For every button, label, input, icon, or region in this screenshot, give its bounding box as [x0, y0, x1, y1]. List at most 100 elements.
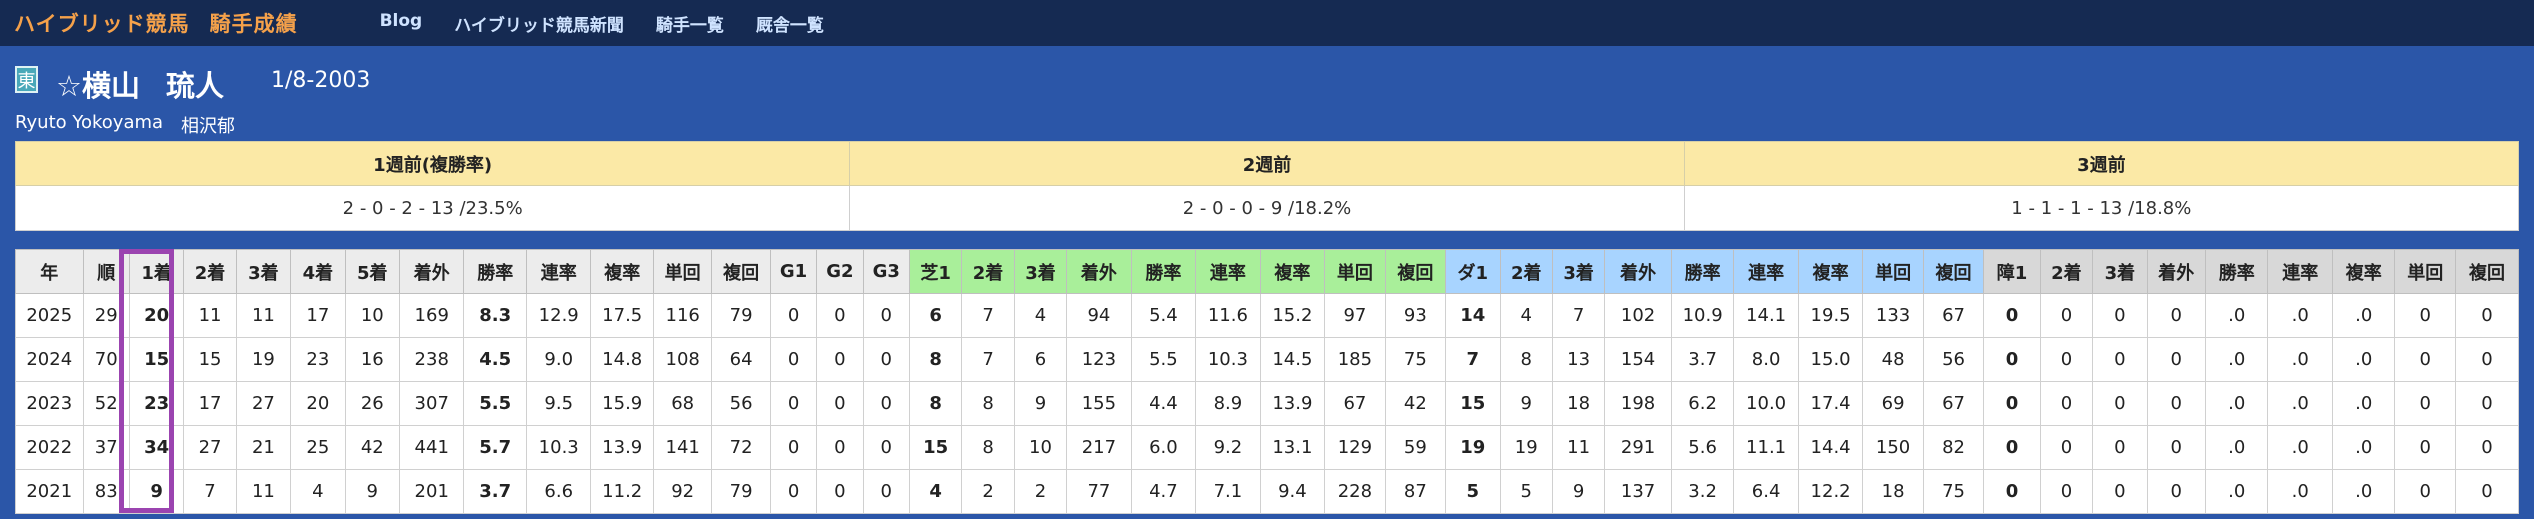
stats-cell-first: 15 [128, 337, 185, 382]
col-header-g2: G2 [816, 249, 864, 294]
jockey-header: 東 ☆横山 琉人 1/8-2003 Ryuto Yokoyama 相沢郁 [0, 46, 2534, 140]
stats-cell-jump-quinella-rate: .0 [2267, 293, 2333, 338]
stats-cell-place-return: 72 [711, 425, 771, 470]
stats-cell-jump-place-return: 0 [2454, 293, 2520, 338]
stats-cell-turf-first: 8 [908, 337, 963, 382]
stats-cell-first: 23 [128, 381, 185, 426]
jockey-birthdate: 1/8-2003 [271, 68, 371, 93]
stats-cell-g2: 0 [816, 337, 864, 382]
stats-cell-dirt-first: 15 [1445, 381, 1501, 426]
stats-cell-turf-third: 6 [1013, 337, 1068, 382]
stats-cell-turf-third: 10 [1013, 425, 1068, 470]
stats-cell-place-rate: 15.9 [590, 381, 654, 426]
week-1-header: 1週前(複勝率) [14, 141, 851, 186]
col-header-jump-place-return: 複回 [2454, 249, 2520, 294]
stats-cell-turf-second: 2 [961, 469, 1015, 514]
stats-cell-win-rate: 5.7 [463, 425, 527, 470]
stats-cell-dirt-place-rate: 15.0 [1797, 337, 1864, 382]
col-header-place-rate: 複率 [590, 249, 654, 294]
col-header-turf-place-rate: 複率 [1259, 249, 1326, 294]
stats-cell-dirt-win-rate: 3.2 [1670, 469, 1735, 514]
stats-cell-win-return: 141 [652, 425, 713, 470]
stats-cell-turf-unplaced: 123 [1066, 337, 1132, 382]
stats-cell-turf-unplaced: 77 [1066, 469, 1132, 514]
stats-cell-jump-second: 0 [2039, 425, 2094, 470]
stats-cell-jump-place-rate: .0 [2331, 381, 2396, 426]
stats-cell-dirt-win-rate: 5.6 [1670, 425, 1735, 470]
stats-cell-dirt-place-rate: 17.4 [1797, 381, 1864, 426]
stats-cell-jump-place-return: 0 [2454, 381, 2520, 426]
nav-link-blog[interactable]: Blog [380, 11, 423, 36]
stats-cell-dirt-place-return: 67 [1922, 293, 1985, 338]
site-brand[interactable]: ハイブリッド競馬 騎手成績 [14, 8, 298, 38]
stats-cell-turf-second: 7 [961, 293, 1015, 338]
stats-cell-turf-place-return: 59 [1384, 425, 1447, 470]
stats-cell-turf-win-return: 185 [1324, 337, 1386, 382]
stats-cell-win-return: 68 [652, 381, 713, 426]
stats-cell-turf-place-rate: 15.2 [1259, 293, 1326, 338]
stats-cell-jump-place-rate: .0 [2331, 337, 2396, 382]
stats-cell-fifth: 26 [344, 381, 400, 426]
stats-cell-jump-win-rate: .0 [2204, 381, 2269, 426]
nav-link-stable-list[interactable]: 厩舎一覧 [756, 11, 824, 36]
stats-cell-g3: 0 [862, 469, 910, 514]
nav-link-jockey-list[interactable]: 騎手一覧 [656, 11, 724, 36]
stats-cell-turf-quinella-rate: 10.3 [1195, 337, 1261, 382]
stats-cell-place-return: 64 [711, 337, 771, 382]
stats-cell-third: 11 [235, 293, 292, 338]
stats-cell-jump-unplaced: 0 [2146, 293, 2207, 338]
stats-cell-dirt-win-return: 133 [1862, 293, 1924, 338]
stats-cell-rank: 70 [82, 337, 130, 382]
stats-cell-g2: 0 [816, 293, 864, 338]
col-header-turf-place-return: 複回 [1384, 249, 1447, 294]
stats-cell-dirt-win-return: 69 [1862, 381, 1924, 426]
stats-cell-turf-place-rate: 13.1 [1259, 425, 1326, 470]
stats-cell-third: 21 [235, 425, 292, 470]
stats-cell-g1: 0 [769, 381, 818, 426]
stats-cell-jump-place-return: 0 [2454, 469, 2520, 514]
stats-cell-unplaced: 169 [398, 293, 465, 338]
stats-cell-g3: 0 [862, 381, 910, 426]
stats-cell-dirt-third: 9 [1551, 469, 1606, 514]
stats-cell-jump-win-rate: .0 [2204, 337, 2269, 382]
stats-cell-fourth: 20 [290, 381, 346, 426]
stats-cell-quinella-rate: 9.5 [525, 381, 592, 426]
stats-cell-jump-third: 0 [2092, 469, 2148, 514]
col-header-win-rate: 勝率 [463, 249, 527, 294]
stats-cell-fourth: 17 [290, 293, 346, 338]
stats-cell-jump-win-rate: .0 [2204, 425, 2269, 470]
stats-cell-turf-win-rate: 5.4 [1130, 293, 1197, 338]
stats-cell-place-return: 79 [711, 469, 771, 514]
col-header-turf-quinella-rate: 連率 [1195, 249, 1261, 294]
stats-cell-dirt-place-rate: 19.5 [1797, 293, 1864, 338]
stats-cell-dirt-place-return: 56 [1922, 337, 1985, 382]
stats-cell-turf-third: 4 [1013, 293, 1068, 338]
stats-cell-quinella-rate: 9.0 [525, 337, 592, 382]
col-header-turf-unplaced: 着外 [1066, 249, 1132, 294]
col-header-first: 1着 [128, 249, 185, 294]
top-navbar: ハイブリッド競馬 騎手成績 Blog ハイブリッド競馬新聞 騎手一覧 厩舎一覧 [0, 0, 2534, 46]
stats-cell-year: 2025 [15, 293, 84, 338]
col-header-turf-win-return: 単回 [1324, 249, 1386, 294]
stats-cell-dirt-second: 19 [1499, 425, 1553, 470]
stats-cell-jump-win-return: 0 [2394, 425, 2456, 470]
jockey-stable[interactable]: 相沢郁 [181, 112, 235, 138]
stats-cell-dirt-quinella-rate: 11.1 [1733, 425, 1799, 470]
stats-cell-win-return: 108 [652, 337, 713, 382]
stats-cell-g1: 0 [769, 469, 818, 514]
stats-cell-g2: 0 [816, 425, 864, 470]
stats-cell-dirt-win-return: 48 [1862, 337, 1924, 382]
stats-cell-turf-second: 8 [961, 381, 1015, 426]
stats-cell-jump-second: 0 [2039, 381, 2094, 426]
stats-cell-jump-unplaced: 0 [2146, 469, 2207, 514]
stats-cell-dirt-place-rate: 14.4 [1797, 425, 1864, 470]
stats-cell-jump-win-rate: .0 [2204, 293, 2269, 338]
stats-cell-win-return: 116 [652, 293, 713, 338]
nav-link-newspaper[interactable]: ハイブリッド競馬新聞 [454, 11, 624, 36]
nav-links: Blog ハイブリッド競馬新聞 騎手一覧 厩舎一覧 [380, 11, 856, 36]
stats-cell-quinella-rate: 6.6 [525, 469, 592, 514]
stats-cell-turf-unplaced: 155 [1066, 381, 1132, 426]
stats-cell-jump-first: 0 [1983, 425, 2041, 470]
stats-cell-rank: 37 [82, 425, 130, 470]
stats-cell-dirt-win-rate: 3.7 [1670, 337, 1735, 382]
